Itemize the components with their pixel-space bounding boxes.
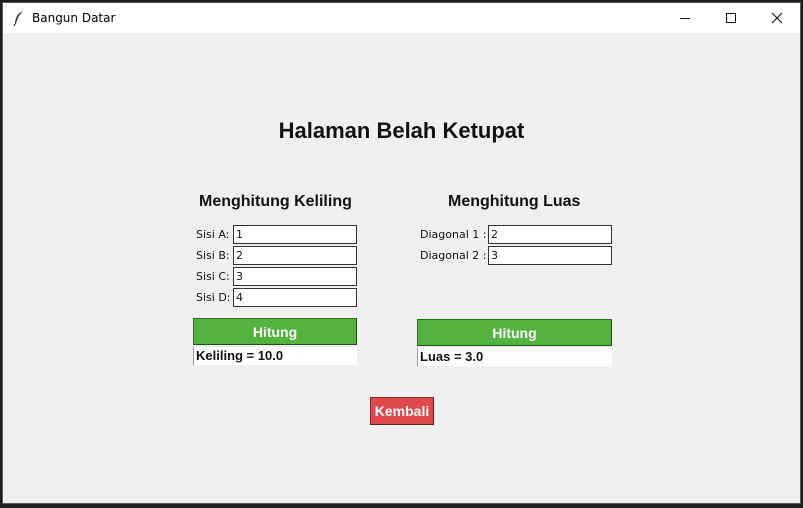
keliling-hitung-button[interactable]: Hitung bbox=[193, 318, 357, 345]
diagonal-1-input[interactable] bbox=[488, 225, 612, 244]
sisi-d-label: Sisi D: bbox=[196, 291, 231, 304]
maximize-icon bbox=[726, 13, 736, 23]
close-button[interactable] bbox=[754, 3, 800, 33]
diagonal-2-input[interactable] bbox=[488, 246, 612, 265]
sisi-a-input[interactable] bbox=[233, 225, 357, 244]
minimize-icon bbox=[680, 18, 690, 19]
diagonal-2-label: Diagonal 2 : bbox=[420, 249, 487, 262]
minimize-button[interactable] bbox=[662, 3, 708, 33]
sisi-d-input[interactable] bbox=[233, 288, 357, 307]
sisi-c-input[interactable] bbox=[233, 267, 357, 286]
luas-result: Luas = 3.0 bbox=[417, 348, 612, 366]
kembali-button[interactable]: Kembali bbox=[370, 397, 434, 425]
maximize-button[interactable] bbox=[708, 3, 754, 33]
sisi-a-label: Sisi A: bbox=[196, 228, 230, 241]
sisi-b-input[interactable] bbox=[233, 246, 357, 265]
window-title: Bangun Datar bbox=[32, 11, 116, 25]
title-bar[interactable]: Bangun Datar bbox=[3, 3, 800, 33]
luas-hitung-button[interactable]: Hitung bbox=[417, 319, 612, 346]
diagonal-1-label: Diagonal 1 : bbox=[420, 228, 487, 241]
page-title: Halaman Belah Ketupat bbox=[278, 118, 525, 143]
feather-icon bbox=[13, 11, 23, 26]
sisi-c-label: Sisi C: bbox=[196, 270, 230, 283]
luas-section-title: Menghitung Luas bbox=[448, 193, 581, 210]
keliling-section-title: Menghitung Keliling bbox=[199, 193, 352, 210]
app-window: Bangun Datar Halaman Belah Ketupat Mengh… bbox=[2, 2, 801, 504]
keliling-result: Keliling = 10.0 bbox=[193, 347, 357, 365]
sisi-b-label: Sisi B: bbox=[196, 249, 230, 262]
close-icon bbox=[771, 12, 783, 24]
